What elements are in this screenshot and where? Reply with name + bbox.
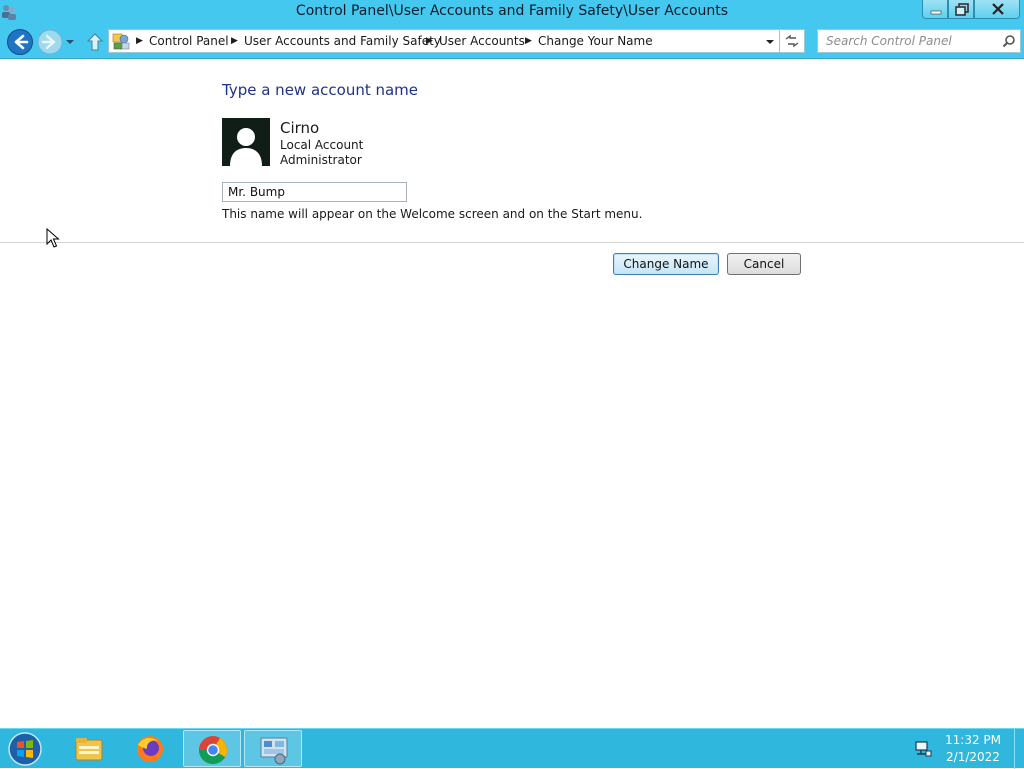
search-placeholder[interactable]: Search Control Panel xyxy=(826,34,952,48)
user-avatar-icon xyxy=(222,118,270,166)
chrome-icon xyxy=(199,736,227,764)
address-bar[interactable]: ▶ Control Panel ▶ User Accounts and Fami… xyxy=(108,29,780,53)
breadcrumb-control-panel[interactable]: Control Panel xyxy=(149,34,229,48)
search-box[interactable]: Search Control Panel xyxy=(817,29,1021,53)
taskbar-control-panel[interactable] xyxy=(244,730,302,767)
control-panel-icon xyxy=(260,737,288,765)
refresh-icon xyxy=(785,34,799,48)
start-orb-icon[interactable] xyxy=(4,731,46,767)
account-type: Local Account xyxy=(280,138,364,152)
control-panel-icon xyxy=(112,33,130,50)
minimize-button[interactable] xyxy=(922,0,948,19)
address-dropdown-icon[interactable] xyxy=(763,36,777,48)
clock-date[interactable]: 2/1/2022 xyxy=(940,750,1006,764)
content-pane: Type a new account name Cirno Local Acco… xyxy=(0,60,1024,728)
window-title: Control Panel\User Accounts and Family S… xyxy=(295,3,729,19)
file-explorer-icon xyxy=(75,738,103,761)
breadcrumb-separator-icon[interactable]: ▶ xyxy=(231,36,238,46)
divider xyxy=(0,242,1024,243)
breadcrumb-user-accounts-family-safety[interactable]: User Accounts and Family Safety xyxy=(244,34,441,48)
breadcrumb-separator-icon[interactable]: ▶ xyxy=(426,36,433,46)
network-icon[interactable] xyxy=(913,739,933,759)
control-panel-window: Control Panel\User Accounts and Family S… xyxy=(0,0,1024,728)
up-arrow-icon[interactable] xyxy=(86,32,104,52)
cancel-button: Cancel xyxy=(727,253,801,275)
change-name-button[interactable]: Change Name xyxy=(613,253,719,275)
name-hint-text: This name will appear on the Welcome scr… xyxy=(222,207,643,221)
new-account-name-input[interactable] xyxy=(222,182,407,202)
clock-time[interactable]: 11:32 PM xyxy=(940,733,1006,747)
breadcrumb-user-accounts[interactable]: User Accounts xyxy=(439,34,525,48)
breadcrumb-separator-icon[interactable]: ▶ xyxy=(525,36,532,46)
title-bar[interactable]: Control Panel\User Accounts and Family S… xyxy=(0,0,1024,25)
show-desktop-button[interactable] xyxy=(1014,729,1024,769)
breadcrumb-change-your-name[interactable]: Change Your Name xyxy=(538,34,653,48)
refresh-button[interactable] xyxy=(780,29,805,53)
restore-button[interactable] xyxy=(948,0,974,19)
breadcrumb-separator-icon[interactable]: ▶ xyxy=(136,36,143,46)
page-heading: Type a new account name xyxy=(222,81,419,99)
search-icon[interactable] xyxy=(1002,34,1016,48)
close-icon xyxy=(992,3,1004,15)
minimize-icon xyxy=(930,10,942,15)
taskbar: 11:32 PM 2/1/2022 xyxy=(0,728,1024,769)
taskbar-chrome[interactable] xyxy=(183,730,241,767)
back-arrow-icon[interactable] xyxy=(6,28,34,56)
firefox-icon xyxy=(137,736,163,762)
taskbar-file-explorer[interactable] xyxy=(60,730,118,767)
account-role: Administrator xyxy=(280,153,362,167)
taskbar-firefox[interactable] xyxy=(121,730,179,767)
forward-arrow-icon[interactable] xyxy=(36,28,64,56)
account-name: Cirno xyxy=(280,119,320,137)
recent-pages-dropdown-icon[interactable] xyxy=(64,35,76,49)
mouse-cursor-icon xyxy=(46,228,60,248)
navigation-bar: ▶ Control Panel ▶ User Accounts and Fami… xyxy=(0,25,1024,59)
close-button[interactable] xyxy=(974,0,1020,19)
restore-icon xyxy=(955,3,969,16)
